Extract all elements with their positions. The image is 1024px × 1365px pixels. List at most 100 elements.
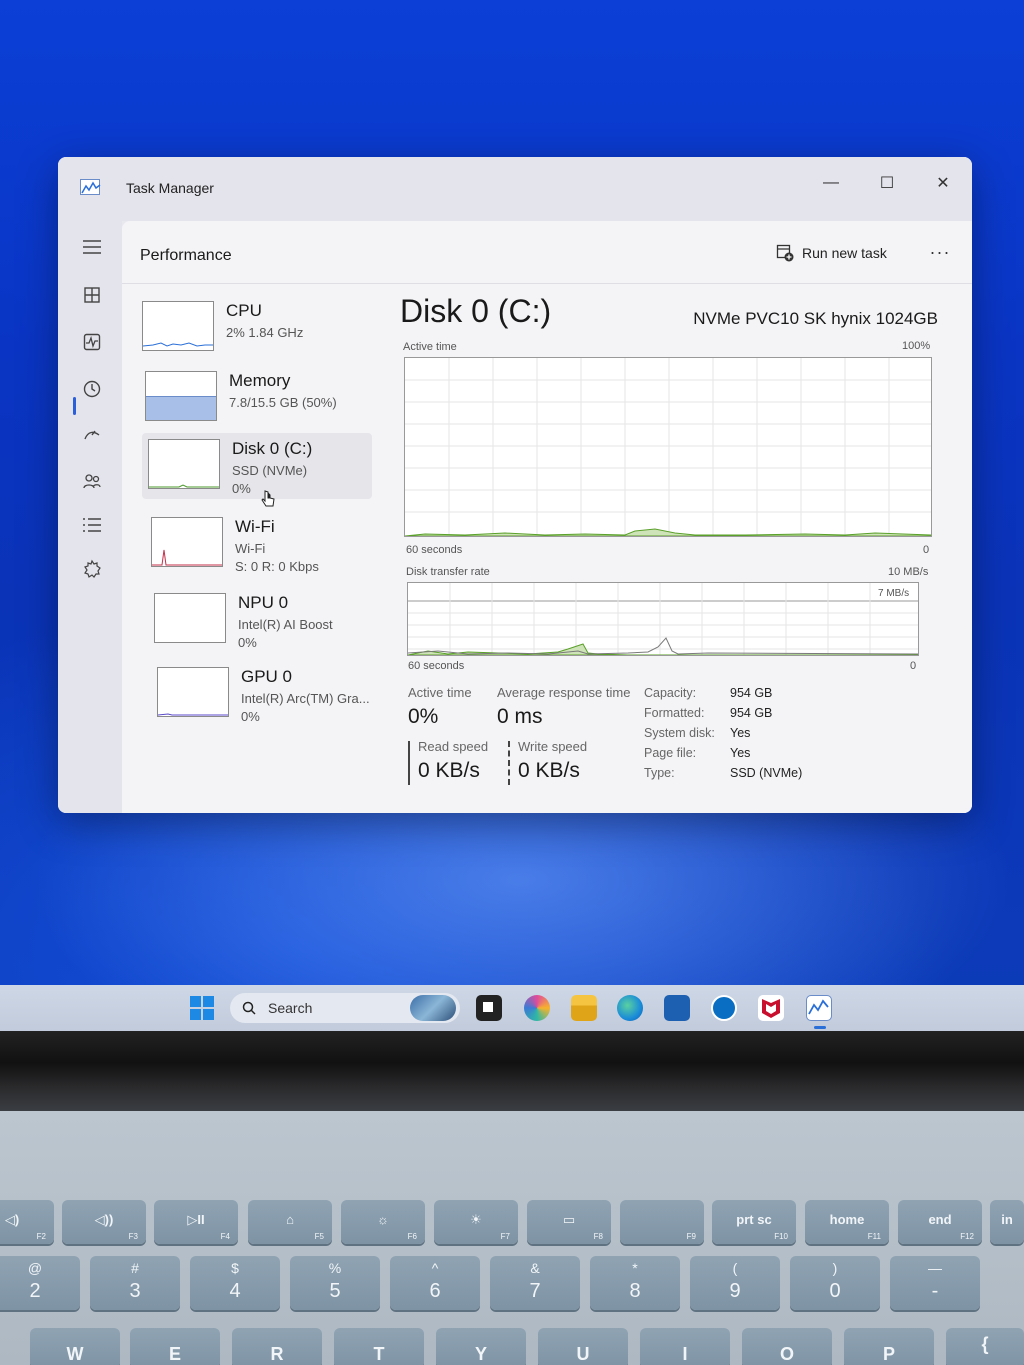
- write-speed-label: Write speed: [518, 739, 588, 754]
- read-speed-value: 0 KB/s: [418, 759, 480, 782]
- key-8[interactable]: * 8: [590, 1256, 680, 1310]
- run-task-icon: [776, 244, 794, 262]
- file-explorer-icon[interactable]: [571, 995, 597, 1021]
- device-memory[interactable]: Memory 7.8/15.5 GB (50%): [139, 365, 369, 431]
- run-new-task-button[interactable]: Run new task: [776, 239, 887, 267]
- active-time-chart-xlabel: 60 seconds: [406, 544, 463, 556]
- page-file-value: Yes: [730, 746, 751, 760]
- active-time-chart-min: 0: [923, 544, 930, 556]
- device-wifi[interactable]: Wi-Fi Wi-Fi S: 0 R: 0 Kbps: [145, 511, 375, 577]
- key-e[interactable]: E: [130, 1328, 220, 1365]
- key-f4[interactable]: ▷II F4: [154, 1200, 238, 1244]
- users-icon[interactable]: [78, 467, 106, 495]
- copilot-icon[interactable]: [524, 995, 550, 1021]
- memory-thumbnail-graph: [145, 371, 217, 421]
- key-end[interactable]: end F12: [898, 1200, 982, 1244]
- page-file-label: Page file:: [644, 746, 697, 760]
- device-cpu[interactable]: CPU 2% 1.84 GHz: [136, 295, 366, 361]
- key-2[interactable]: @2: [0, 1256, 80, 1310]
- key-7[interactable]: & 7: [490, 1256, 580, 1310]
- key-f7[interactable]: ☀ F7: [434, 1200, 518, 1244]
- device-npu-0[interactable]: NPU 0 Intel(R) AI Boost 0%: [148, 587, 378, 653]
- app-history-icon[interactable]: [78, 375, 106, 403]
- key-3[interactable]: #3: [90, 1256, 180, 1310]
- hand-cursor-icon: [261, 490, 275, 507]
- task-manager-taskbar-icon[interactable]: [806, 995, 832, 1029]
- gpu-thumbnail-graph: [157, 667, 229, 717]
- edge-browser-icon[interactable]: [617, 995, 643, 1021]
- key-minus[interactable]: — -: [890, 1256, 980, 1310]
- device-detail: Intel(R) AI Boost: [238, 617, 333, 632]
- active-time-graph: [404, 358, 932, 537]
- key-f9[interactable]: F9: [620, 1200, 704, 1244]
- taskbar-search-box[interactable]: Search: [230, 993, 460, 1023]
- key-insert[interactable]: in: [990, 1200, 1024, 1244]
- key-prt-sc[interactable]: prt sc F10: [712, 1200, 796, 1244]
- device-detail: Intel(R) Arc(TM) Gra...: [241, 691, 370, 706]
- start-windows-icon[interactable]: [189, 995, 215, 1021]
- key-left-brace[interactable]: {: [946, 1328, 1024, 1365]
- key-6[interactable]: ^ 6: [390, 1256, 480, 1310]
- key-t[interactable]: T: [334, 1328, 424, 1365]
- read-speed-indicator: [408, 741, 410, 785]
- more-options-button[interactable]: ···: [922, 237, 958, 267]
- npu-thumbnail-graph: [154, 593, 226, 643]
- capacity-value: 954 GB: [730, 686, 773, 700]
- device-disk-0[interactable]: Disk 0 (C:) SSD (NVMe) 0%: [142, 433, 372, 507]
- title-bar: Task Manager — ☐ ✕: [58, 157, 972, 221]
- active-time-chart-max: 100%: [902, 340, 931, 352]
- maximize-button[interactable]: ☐: [864, 165, 910, 201]
- device-name: Disk 0 (C:): [232, 439, 313, 458]
- device-name: NPU 0: [238, 593, 289, 612]
- device-gpu-0[interactable]: GPU 0 Intel(R) Arc(TM) Gra... 0%: [151, 661, 381, 727]
- key-r[interactable]: R: [232, 1328, 322, 1365]
- active-time-chart-label: Active time: [403, 341, 457, 353]
- key-f5[interactable]: ⌂ F5: [248, 1200, 332, 1244]
- nav-rail: [58, 221, 122, 813]
- dell-icon[interactable]: [711, 995, 737, 1021]
- device-name: Memory: [229, 371, 291, 390]
- search-highlight-image: [410, 995, 456, 1021]
- transfer-rate-chart-min: 0: [910, 660, 917, 672]
- key-f2[interactable]: ◁) F2: [0, 1200, 54, 1244]
- key-f8[interactable]: ▭ F8: [527, 1200, 611, 1244]
- microsoft-store-icon[interactable]: [664, 995, 690, 1021]
- key-w[interactable]: W: [30, 1328, 120, 1365]
- startup-apps-icon[interactable]: [78, 421, 106, 449]
- transfer-rate-graph: 7 MB/s: [407, 583, 919, 656]
- device-detail: 2% 1.84 GHz: [226, 325, 304, 340]
- key-5[interactable]: % 5: [290, 1256, 380, 1310]
- minimize-button[interactable]: —: [808, 165, 854, 201]
- disk-model: NVMe PVC10 SK hynix 1024GB: [693, 309, 938, 328]
- key-p[interactable]: P: [844, 1328, 934, 1365]
- key-9[interactable]: (9: [690, 1256, 780, 1310]
- hamburger-menu-icon[interactable]: [78, 233, 106, 261]
- processes-icon[interactable]: [78, 281, 106, 309]
- read-speed-label: Read speed: [418, 739, 489, 754]
- header-divider: [122, 283, 972, 284]
- mcafee-icon[interactable]: [758, 995, 784, 1021]
- key-i[interactable]: I: [640, 1328, 730, 1365]
- key-home[interactable]: home F11: [805, 1200, 889, 1244]
- performance-page: Performance Run new task ··· CPU 2% 1.84…: [122, 221, 972, 813]
- services-icon[interactable]: [78, 555, 106, 583]
- active-time-chart: [404, 357, 932, 537]
- window-title: Task Manager: [126, 180, 214, 196]
- wifi-thumbnail-graph: [151, 517, 223, 567]
- details-icon[interactable]: [78, 511, 106, 539]
- transfer-rate-chart: 7 MB/s: [407, 582, 919, 656]
- performance-icon[interactable]: [78, 328, 106, 356]
- key-0[interactable]: ) 0: [790, 1256, 880, 1310]
- key-o[interactable]: O: [742, 1328, 832, 1365]
- key-4[interactable]: $4: [190, 1256, 280, 1310]
- key-y[interactable]: Y: [436, 1328, 526, 1365]
- formatted-value: 954 GB: [730, 706, 773, 720]
- key-u[interactable]: U: [538, 1328, 628, 1365]
- run-new-task-label: Run new task: [802, 245, 887, 261]
- key-f3[interactable]: ◁)) F3: [62, 1200, 146, 1244]
- active-time-stat-value: 0%: [408, 705, 439, 728]
- key-f6[interactable]: ☼ F6: [341, 1200, 425, 1244]
- search-placeholder: Search: [268, 1000, 313, 1016]
- close-button[interactable]: ✕: [920, 165, 966, 201]
- task-view-icon[interactable]: [476, 995, 502, 1021]
